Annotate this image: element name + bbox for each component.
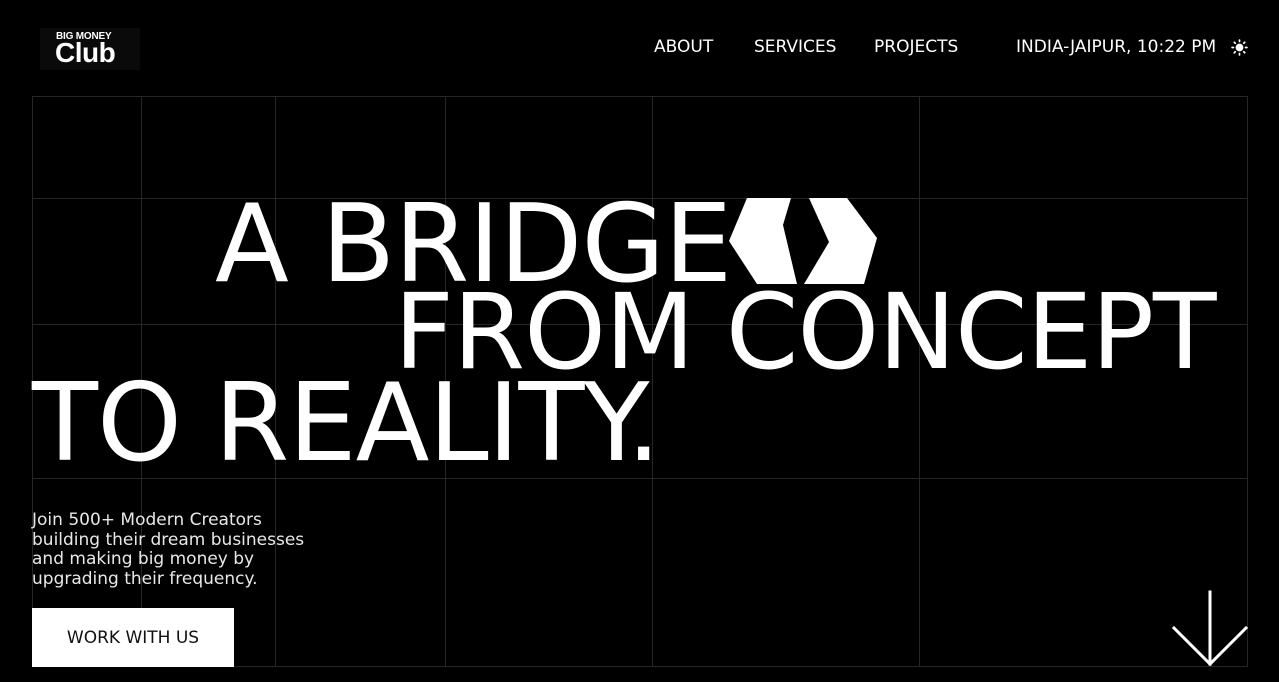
nav-projects[interactable]: PROJECTS xyxy=(874,37,958,57)
headline-line-3: TO REALITY. xyxy=(32,361,661,486)
hero-subtext: Join 500+ Modern Creators building their… xyxy=(32,510,305,589)
site-header: BIG MONEY Club ABOUT SERVICES PROJECTS I… xyxy=(0,0,1279,96)
logo-main-text: Club xyxy=(55,37,116,68)
nav-about[interactable]: ABOUT xyxy=(654,37,713,57)
location-time: INDIA-JAIPUR, 10:22 PM xyxy=(1016,37,1217,57)
nav-services[interactable]: SERVICES xyxy=(754,37,836,57)
logo[interactable]: BIG MONEY Club xyxy=(40,28,140,70)
sun-icon[interactable] xyxy=(1231,39,1248,56)
work-with-us-button[interactable]: WORK WITH US xyxy=(32,608,234,667)
arrow-down-icon[interactable] xyxy=(1170,590,1250,668)
